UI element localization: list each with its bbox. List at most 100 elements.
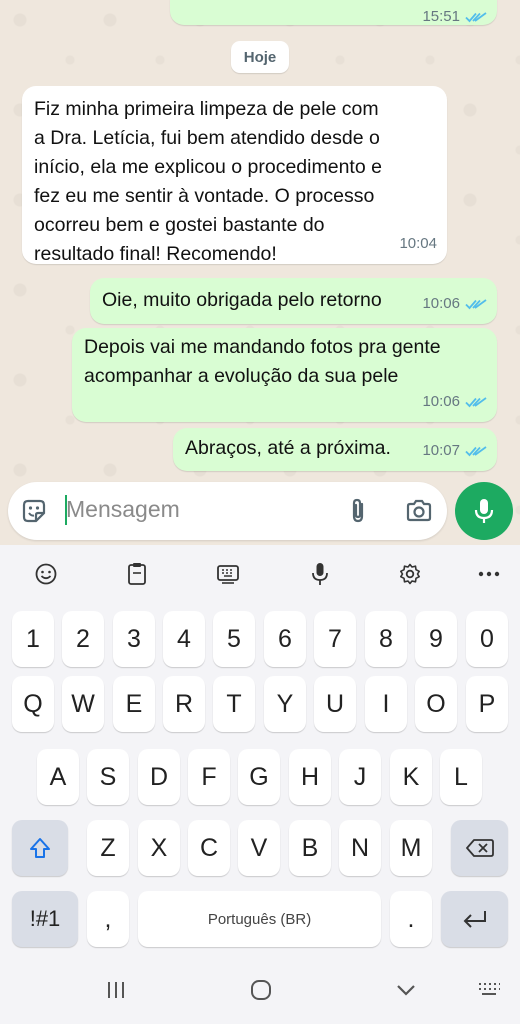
message-meta: 10:06 [422,289,487,318]
message-line: fez eu me sentir à vontade. O processo [34,185,375,207]
message-meta: 10:04 [399,229,437,258]
message-line: resultado final! Recomendo! [34,243,277,265]
read-receipt-icon [465,11,487,22]
read-receipt-icon [465,396,487,407]
home-icon[interactable] [246,977,276,1003]
message-bubble-outgoing[interactable]: 15:51 [170,0,497,25]
enter-key[interactable] [441,891,508,947]
message-text: Abraços, até a próxima. [185,434,391,463]
period-key[interactable]: . [390,891,432,947]
recent-apps-icon[interactable] [101,977,131,1003]
key-x[interactable]: X [138,820,180,876]
key-7[interactable]: 7 [314,611,356,667]
read-receipt-icon [465,445,487,456]
key-n[interactable]: N [339,820,381,876]
voice-message-button[interactable] [455,482,513,540]
mic-icon[interactable] [305,559,335,589]
key-r[interactable]: R [163,676,205,732]
key-o[interactable]: O [415,676,457,732]
key-q[interactable]: Q [12,676,54,732]
key-0[interactable]: 0 [466,611,508,667]
key-v[interactable]: V [238,820,280,876]
message-time: 10:06 [422,295,460,312]
date-chip: Hoje [231,41,289,73]
key-i[interactable]: I [365,676,407,732]
key-1[interactable]: 1 [12,611,54,667]
message-line: acompanhar a evolução da sua pele [84,365,399,387]
emoji-icon[interactable] [31,559,61,589]
key-k[interactable]: K [390,749,432,805]
space-key[interactable]: Português (BR) [138,891,381,947]
key-6[interactable]: 6 [264,611,306,667]
message-meta: 10:06 [422,387,487,416]
key-t[interactable]: T [213,676,255,732]
read-receipt-icon [465,298,487,309]
key-s[interactable]: S [87,749,129,805]
key-b[interactable]: B [289,820,331,876]
message-line: ocorreu bem e gostei bastante do [34,214,325,236]
message-line: Fiz minha primeira limpeza de pele com [34,98,379,120]
message-time: 10:04 [399,235,437,252]
settings-icon[interactable] [395,559,425,589]
shift-icon [30,838,50,858]
keyboard-switch-icon[interactable] [474,977,504,1003]
key-5[interactable]: 5 [213,611,255,667]
keyboard[interactable]: 1 2 3 4 5 6 7 8 9 0 Q W E R T Y U I O P … [0,545,520,955]
message-input-bar[interactable]: Mensagem [8,482,447,540]
chat-area[interactable]: 15:51 Hoje Fiz minha primeira limpeza de… [0,0,520,545]
key-g[interactable]: G [238,749,280,805]
message-line: início, ela me explicou o procedimento e [34,156,382,178]
key-p[interactable]: P [466,676,508,732]
key-c[interactable]: C [188,820,230,876]
clipboard-icon[interactable] [122,559,152,589]
message-text: Oie, muito obrigada pelo retorno [102,286,382,315]
message-input[interactable]: Mensagem [66,496,180,523]
key-4[interactable]: 4 [163,611,205,667]
symbols-key[interactable]: !#1 [12,891,78,947]
key-l[interactable]: L [440,749,482,805]
message-time: 10:07 [422,442,460,459]
key-8[interactable]: 8 [365,611,407,667]
backspace-icon [465,839,494,857]
key-w[interactable]: W [62,676,104,732]
shift-key[interactable] [12,820,68,876]
message-time: 10:06 [422,393,460,410]
key-m[interactable]: M [390,820,432,876]
message-text: Depois vai me mandando fotos pra gente a… [84,333,441,391]
key-u[interactable]: U [314,676,356,732]
message-bubble-outgoing[interactable]: Depois vai me mandando fotos pra gente a… [72,328,497,422]
message-line: Oie, muito obrigada pelo retorno [102,289,382,311]
key-9[interactable]: 9 [415,611,457,667]
more-icon[interactable] [474,559,504,589]
message-line: Depois vai me mandando fotos pra gente [84,336,441,358]
key-y[interactable]: Y [264,676,306,732]
mic-icon [474,499,494,523]
message-bubble-incoming[interactable]: Fiz minha primeira limpeza de pele com a… [22,86,447,265]
message-text: Fiz minha primeira limpeza de pele com a… [34,95,444,269]
message-meta: 15:51 [422,2,487,31]
comma-key[interactable]: , [87,891,129,947]
message-line: Abraços, até a próxima. [185,437,391,459]
back-icon[interactable] [391,977,421,1003]
backspace-key[interactable] [451,820,508,876]
key-3[interactable]: 3 [113,611,155,667]
key-j[interactable]: J [339,749,381,805]
key-e[interactable]: E [113,676,155,732]
sticker-icon[interactable] [20,497,48,525]
enter-icon [463,911,486,928]
key-h[interactable]: H [289,749,331,805]
message-bubble-outgoing[interactable]: Oie, muito obrigada pelo retorno 10:06 [90,278,497,324]
key-f[interactable]: F [188,749,230,805]
paperclip-icon[interactable] [344,497,372,525]
message-line: a Dra. Letícia, fui bem atendido desde o [34,127,380,149]
message-time: 15:51 [422,8,460,25]
message-meta: 10:07 [422,436,487,465]
message-bubble-outgoing[interactable]: Abraços, até a próxima. 10:07 [173,428,497,471]
key-2[interactable]: 2 [62,611,104,667]
system-navigation-bar [0,955,520,1024]
key-z[interactable]: Z [87,820,129,876]
key-d[interactable]: D [138,749,180,805]
key-a[interactable]: A [37,749,79,805]
keyboard-icon[interactable] [213,559,243,589]
camera-icon[interactable] [405,497,433,525]
